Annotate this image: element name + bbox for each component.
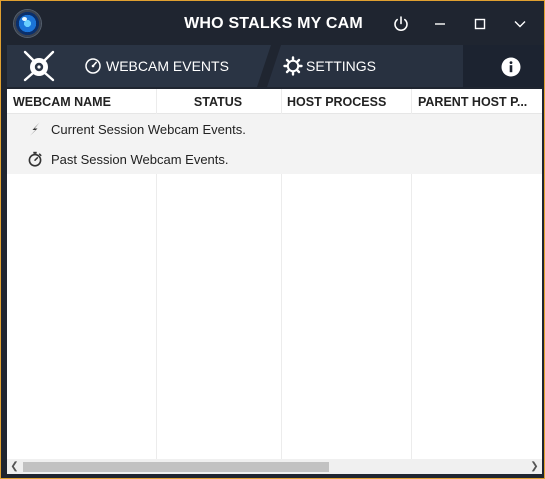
stopwatch-icon [28, 151, 42, 167]
group-row-past-session[interactable]: Past Session Webcam Events. [7, 144, 542, 174]
about-button[interactable] [463, 45, 544, 87]
app-window: WHO STALKS MY CAM WEBCAM EVENTS SETTINGS… [0, 0, 545, 479]
tab-bar: WEBCAM EVENTS SETTINGS [1, 45, 544, 87]
list-header: WEBCAM NAME STATUS HOST PROCESS PARENT H… [7, 89, 542, 114]
chevron-down-icon [514, 21, 526, 28]
group-label: Current Session Webcam Events. [51, 122, 246, 137]
tab-webcam-events[interactable]: WEBCAM EVENTS [71, 45, 271, 87]
power-icon [394, 16, 408, 31]
gear-icon [283, 56, 303, 76]
column-header-host-process[interactable]: HOST PROCESS [287, 89, 411, 114]
scroll-left-arrow-icon[interactable]: ❮ [7, 459, 22, 474]
column-header-webcam-name[interactable]: WEBCAM NAME [13, 89, 153, 114]
column-header-parent-host-process[interactable]: PARENT HOST P... [418, 89, 540, 114]
column-header-status[interactable]: STATUS [156, 89, 280, 114]
info-icon [501, 57, 521, 77]
events-list[interactable]: WEBCAM NAME STATUS HOST PROCESS PARENT H… [7, 89, 542, 474]
minimize-button[interactable] [427, 11, 453, 37]
minimize-icon [435, 23, 445, 25]
maximize-button[interactable] [467, 11, 493, 37]
scrollbar-thumb[interactable] [23, 462, 329, 472]
tab-settings[interactable]: SETTINGS [267, 45, 467, 87]
maximize-icon [474, 18, 486, 30]
scroll-right-arrow-icon[interactable]: ❯ [527, 459, 542, 474]
title-bar[interactable]: WHO STALKS MY CAM [1, 1, 544, 45]
horizontal-scrollbar[interactable]: ❮ ❯ [7, 459, 542, 474]
tab-webcam-events-label: WEBCAM EVENTS [106, 58, 229, 74]
collapse-button[interactable] [507, 11, 533, 37]
lightning-icon [30, 122, 40, 136]
tab-settings-label: SETTINGS [306, 58, 377, 74]
group-row-current-session[interactable]: Current Session Webcam Events. [7, 114, 542, 144]
tab-home[interactable] [7, 45, 71, 87]
power-button[interactable] [388, 11, 414, 37]
event-groups: Current Session Webcam Events. Past Sess… [7, 114, 542, 174]
eye-logo-icon [23, 50, 55, 82]
window-title: WHO STALKS MY CAM [184, 15, 363, 32]
gauge-icon [85, 58, 101, 74]
group-label: Past Session Webcam Events. [51, 152, 229, 167]
